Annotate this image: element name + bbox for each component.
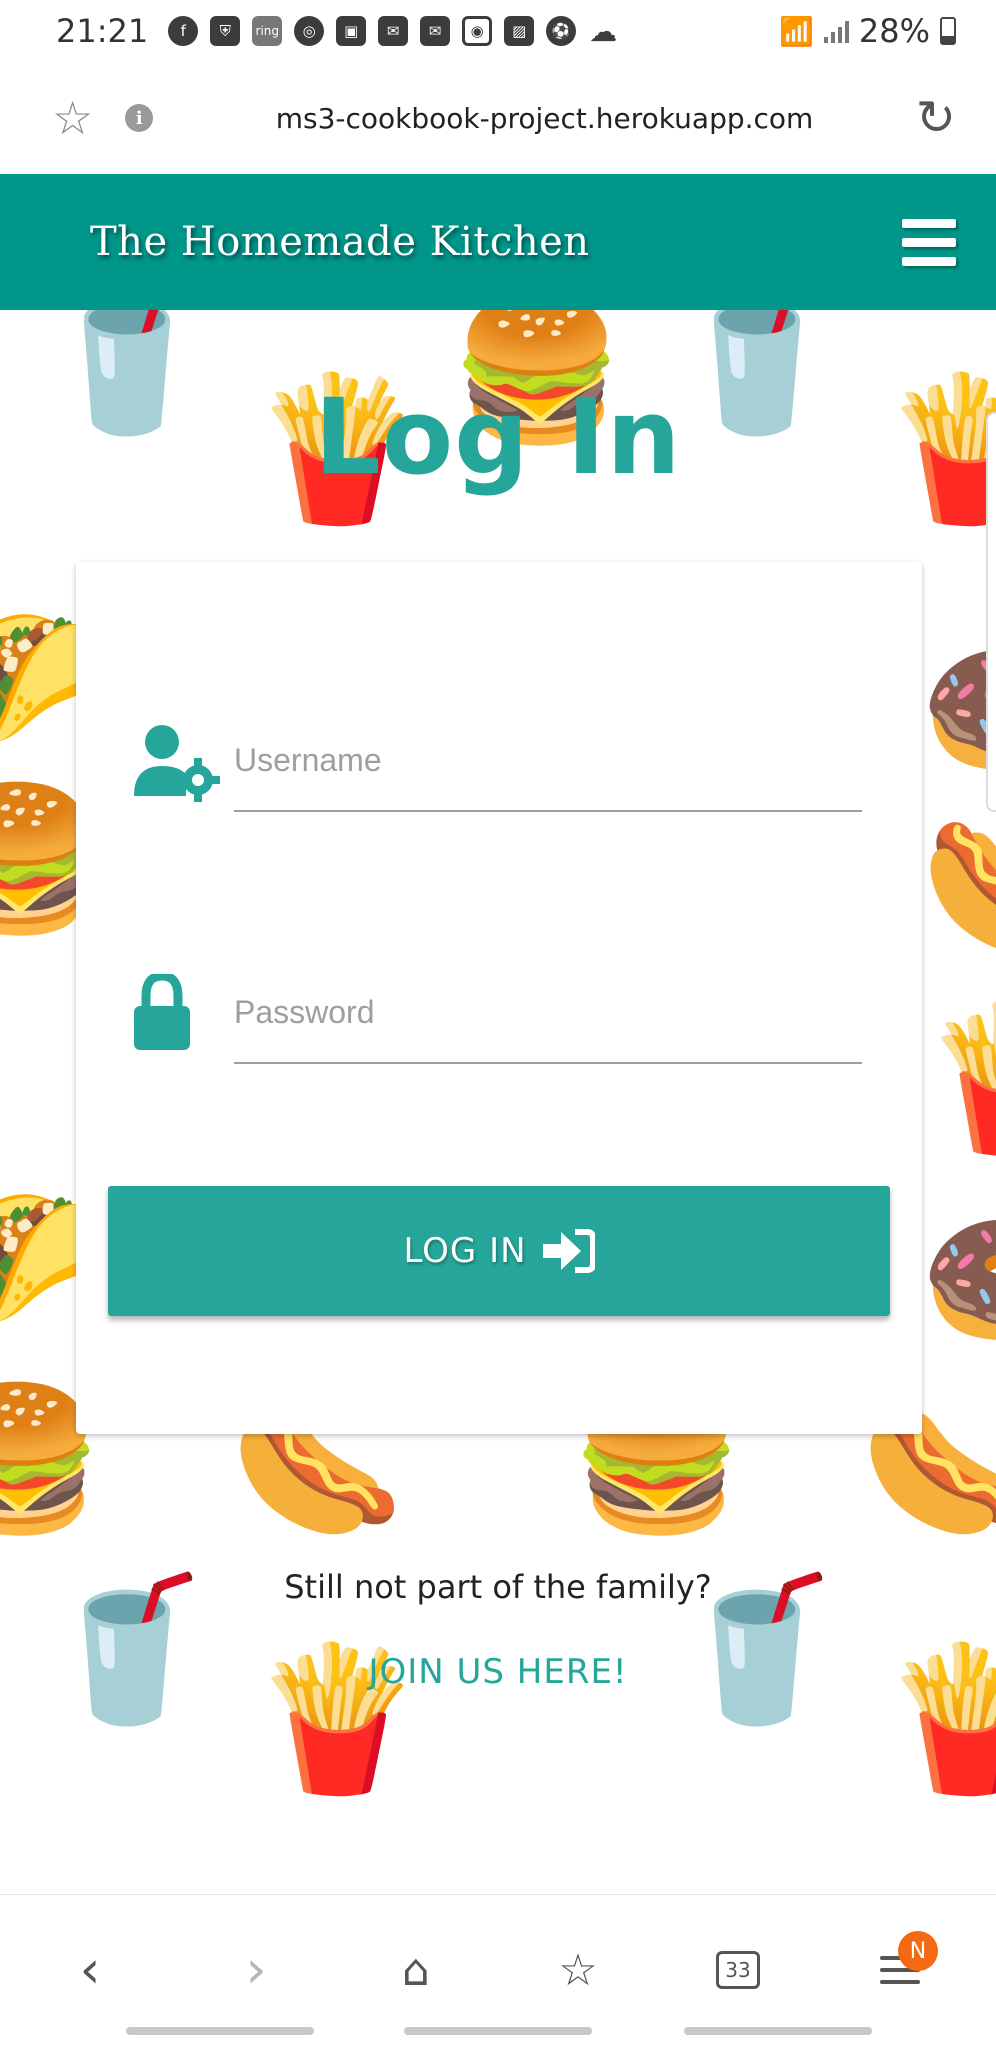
password-field bbox=[132, 964, 882, 1064]
ring-icon: ring bbox=[252, 16, 283, 46]
facebook-icon: f bbox=[168, 16, 199, 46]
navbar: The Homemade Kitchen bbox=[0, 174, 996, 310]
twitch-icon: ▣ bbox=[336, 16, 367, 46]
login-card: LOG IN bbox=[76, 562, 922, 1434]
username-input[interactable] bbox=[234, 712, 862, 808]
instagram-icon: ◉ bbox=[462, 16, 493, 46]
gallery-icon: ▨ bbox=[504, 16, 535, 46]
gesture-bar-center bbox=[404, 2027, 592, 2035]
site-info-icon[interactable]: i bbox=[125, 104, 154, 132]
gmail-icon: ✉ bbox=[420, 16, 451, 46]
login-button[interactable]: LOG IN bbox=[108, 1186, 890, 1316]
chrome-icon: ◎ bbox=[294, 16, 325, 46]
not-member-text: Still not part of the family? bbox=[284, 1568, 712, 1606]
username-input-wrap bbox=[234, 712, 862, 812]
tabs-button[interactable]: 33 bbox=[698, 1935, 778, 2005]
tab-count: 33 bbox=[716, 1951, 760, 1989]
status-time: 21:21 bbox=[56, 12, 149, 50]
wifi-icon: 📶 bbox=[779, 14, 814, 48]
bookmark-star-icon[interactable]: ☆ bbox=[52, 91, 93, 145]
signal-icon bbox=[823, 19, 849, 43]
browser-bottom-toolbar: ‹ › ⌂ ☆ 33 N bbox=[0, 1894, 996, 2048]
login-button-label: LOG IN bbox=[403, 1231, 527, 1271]
menu-button[interactable]: N bbox=[860, 1931, 940, 2005]
cloud-icon: ☁ bbox=[588, 14, 619, 48]
join-us-link[interactable]: JOIN US HERE! bbox=[0, 1652, 996, 1692]
username-field bbox=[132, 712, 882, 812]
battery-icon bbox=[940, 17, 956, 45]
gesture-bar-left bbox=[126, 2027, 314, 2035]
edge-panel-handle[interactable] bbox=[986, 412, 996, 812]
hamburger-menu-icon[interactable] bbox=[902, 218, 956, 266]
user-gear-icon bbox=[134, 725, 220, 802]
password-input[interactable] bbox=[234, 964, 862, 1060]
back-button[interactable]: ‹ bbox=[50, 1935, 130, 2005]
home-button[interactable]: ⌂ bbox=[376, 1935, 456, 2005]
lock-icon bbox=[134, 974, 190, 1050]
bookmarks-button[interactable]: ☆ bbox=[538, 1935, 618, 2005]
notification-icons: f ⛨ ring ◎ ▣ ✉ ✉ ◉ ▨ ⚽ ☁ bbox=[168, 14, 619, 48]
url-bar: ☆ i ms3-cookbook-project.herokuapp.com ↻ bbox=[0, 62, 996, 174]
notification-badge: N bbox=[898, 1931, 938, 1971]
sign-in-icon bbox=[542, 1229, 595, 1273]
mail-icon: ✉ bbox=[378, 16, 409, 46]
forward-button[interactable]: › bbox=[216, 1935, 296, 2005]
status-bar: 21:21 f ⛨ ring ◎ ▣ ✉ ✉ ◉ ▨ ⚽ ☁ 📶 28% bbox=[0, 0, 996, 62]
status-right: 📶 28% bbox=[779, 12, 956, 50]
page-title: Log In bbox=[314, 376, 682, 498]
gesture-bar-right bbox=[684, 2027, 872, 2035]
donut-icon: 🍩 bbox=[920, 1210, 996, 1350]
reload-icon[interactable]: ↻ bbox=[916, 90, 956, 146]
soccer-icon: ⚽ bbox=[546, 16, 577, 46]
main-content: 🥤 🍟 🍔 🥤 🍟 🌮 🍩 🍔 🌭 🍟 🌮 🍩 🍔 🌭 🍔 🌭 🥤 🍟 🥤 🍟 … bbox=[0, 310, 996, 1894]
fries-icon: 🍟 bbox=[920, 1010, 996, 1150]
password-input-wrap bbox=[234, 964, 862, 1064]
url-text[interactable]: ms3-cookbook-project.herokuapp.com bbox=[193, 102, 896, 135]
shield-icon: ⛨ bbox=[210, 16, 241, 46]
hotdog-icon: 🌭 bbox=[920, 820, 996, 960]
brand-logo[interactable]: The Homemade Kitchen bbox=[90, 219, 590, 265]
donut-icon: 🍩 bbox=[920, 640, 996, 780]
battery-percent: 28% bbox=[858, 12, 930, 50]
